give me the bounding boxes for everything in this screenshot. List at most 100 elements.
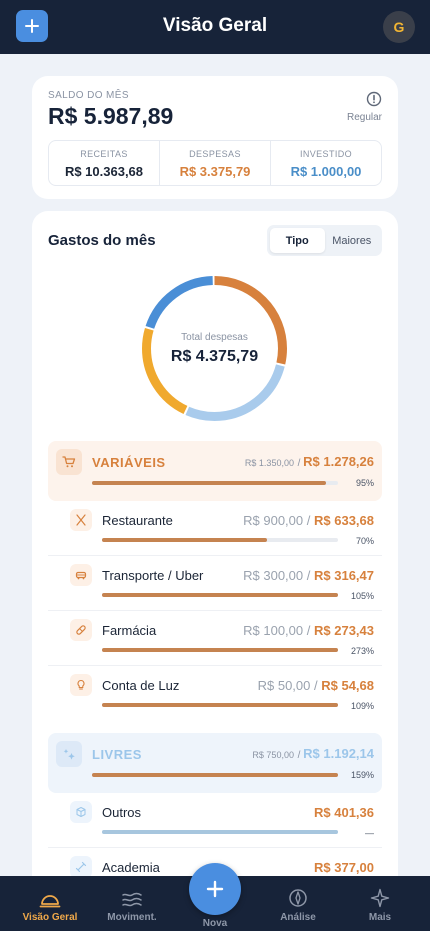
item-progress-bar xyxy=(102,538,338,542)
stat-receitas: RECEITAS R$ 10.363,68 xyxy=(49,141,160,185)
nav-movimentacoes[interactable]: Moviment. xyxy=(89,876,175,931)
waves-icon xyxy=(122,892,142,907)
item-actual: R$ 316,47 xyxy=(314,568,374,583)
progress-fill xyxy=(92,773,338,777)
category-name: LIVRES xyxy=(92,747,142,762)
stat-investido: INVESTIDO R$ 1.000,00 xyxy=(271,141,381,185)
pill-icon xyxy=(70,619,92,641)
nav-analise[interactable]: Análise xyxy=(255,876,341,931)
item-progress-bar xyxy=(102,648,338,652)
app-header: Visão Geral G xyxy=(0,0,430,54)
car-icon xyxy=(70,564,92,586)
category-name: VARIÁVEIS xyxy=(92,455,166,470)
item-actual: R$ 633,68 xyxy=(314,513,374,528)
balance-value: R$ 5.987,89 xyxy=(48,103,174,129)
nav-label: Moviment. xyxy=(107,912,157,923)
utensils-icon xyxy=(70,509,92,531)
donut-label: Total despesas xyxy=(181,331,248,343)
item-progress-bar xyxy=(102,703,338,707)
spending-title: Gastos do mês xyxy=(48,232,156,249)
item-amount: R$ 377,00 xyxy=(314,860,374,875)
progress-fill xyxy=(102,703,338,707)
item-amount: R$ 900,00 / R$ 633,68 xyxy=(243,513,374,528)
balance-card: SALDO DO MÊS R$ 5.987,89 Regular RECEITA… xyxy=(32,76,398,199)
item-planned: R$ 900,00 xyxy=(243,513,304,528)
item-name: Conta de Luz xyxy=(102,678,180,693)
donut-value: R$ 4.375,79 xyxy=(170,347,259,365)
item-name: Outros xyxy=(102,805,142,820)
category-variaveis[interactable]: VARIÁVEIS R$ 1.350,00 / R$ 1.278,26 95% xyxy=(48,441,382,501)
item-amount: R$ 401,36 xyxy=(314,805,374,820)
item-progress-bar xyxy=(102,830,338,834)
donut-center: Total despesas R$ 4.375,79 xyxy=(137,271,292,426)
item-planned: R$ 300,00 xyxy=(243,568,304,583)
item-name: Farmácia xyxy=(102,623,157,638)
stat-label: INVESTIDO xyxy=(299,149,353,159)
stat-value: R$ 3.375,79 xyxy=(179,164,251,179)
item-planned: R$ 50,00 xyxy=(257,678,311,693)
progress-fill xyxy=(102,830,338,834)
tab-maiores[interactable]: Maiores xyxy=(325,228,380,253)
item-percent: 70% xyxy=(355,536,374,546)
category-amount: R$ 750,00 / R$ 1.192,14 xyxy=(252,746,374,761)
nav-label: Mais xyxy=(368,912,392,923)
tab-tipo[interactable]: Tipo xyxy=(270,228,325,253)
item-actual: R$ 54,68 xyxy=(321,678,374,693)
stat-value: R$ 10.363,68 xyxy=(64,164,144,179)
sparkle-icon xyxy=(370,888,390,908)
category-actual: R$ 1.278,26 xyxy=(303,454,374,469)
category-actual: R$ 1.192,14 xyxy=(303,746,374,761)
box-icon xyxy=(70,801,92,823)
avatar[interactable]: G xyxy=(383,11,415,43)
nav-label-nova: Nova xyxy=(202,918,228,929)
progress-fill xyxy=(92,481,326,485)
lightbulb-icon xyxy=(70,674,92,696)
nav-visao-geral[interactable]: Visão Geral xyxy=(7,876,93,931)
dumbbell-icon xyxy=(70,856,92,878)
plus-icon xyxy=(206,880,224,898)
nav-mais[interactable]: Mais xyxy=(337,876,423,931)
category-planned: R$ 750,00 xyxy=(252,750,294,760)
item-amount: R$ 300,00 / R$ 316,47 xyxy=(243,568,374,583)
item-percent: 109% xyxy=(350,701,374,711)
item-actual: R$ 377,00 xyxy=(314,860,374,875)
nav-label: Visão Geral xyxy=(22,912,78,923)
category-percent: 159% xyxy=(350,770,374,780)
balance-status: Regular xyxy=(346,112,382,123)
list-item-farmacia[interactable]: Farmácia R$ 100,00 / R$ 273,43 273% xyxy=(48,611,382,666)
item-name: Academia xyxy=(102,860,160,875)
category-livres[interactable]: LIVRES R$ 750,00 / R$ 1.192,14 159% xyxy=(48,733,382,793)
item-percent: 105% xyxy=(350,591,374,601)
item-actual: R$ 273,43 xyxy=(314,623,374,638)
item-percent: 273% xyxy=(350,646,374,656)
list-item-outros[interactable]: Outros R$ 401,36 — xyxy=(48,793,382,848)
list-item-restaurante[interactable]: Restaurante R$ 900,00 / R$ 633,68 70% xyxy=(48,501,382,556)
progress-fill xyxy=(102,538,268,542)
item-name: Restaurante xyxy=(102,513,173,528)
stat-label: DESPESAS xyxy=(189,149,241,159)
category-percent: 95% xyxy=(355,478,374,488)
balance-stats: RECEITAS R$ 10.363,68 DESPESAS R$ 3.375,… xyxy=(48,140,382,186)
item-planned: R$ 100,00 xyxy=(243,623,304,638)
item-amount: R$ 100,00 / R$ 273,43 xyxy=(243,623,374,638)
item-progress-bar xyxy=(102,593,338,597)
stat-label: RECEITAS xyxy=(80,149,128,159)
amount-separator: / xyxy=(306,568,314,583)
new-transaction-button[interactable] xyxy=(189,863,241,915)
page-title: Visão Geral xyxy=(162,15,268,36)
info-circle-icon[interactable] xyxy=(366,91,382,107)
item-amount: R$ 50,00 / R$ 54,68 xyxy=(258,678,374,693)
category-progress-bar xyxy=(92,481,338,485)
balance-label: SALDO DO MÊS xyxy=(48,90,129,101)
category-progress-bar xyxy=(92,773,338,777)
list-item-conta-de-luz[interactable]: Conta de Luz R$ 50,00 / R$ 54,68 109% xyxy=(48,666,382,721)
item-percent: — xyxy=(365,828,374,838)
item-name: Transporte / Uber xyxy=(102,568,204,583)
category-amount: R$ 1.350,00 / R$ 1.278,26 xyxy=(245,454,374,469)
list-item-transporte[interactable]: Transporte / Uber R$ 300,00 / R$ 316,47 … xyxy=(48,556,382,611)
progress-fill xyxy=(102,648,338,652)
item-actual: R$ 401,36 xyxy=(314,805,374,820)
progress-fill xyxy=(102,593,338,597)
amount-separator: / xyxy=(306,513,314,528)
spending-segmented-control: Tipo Maiores xyxy=(267,225,382,256)
